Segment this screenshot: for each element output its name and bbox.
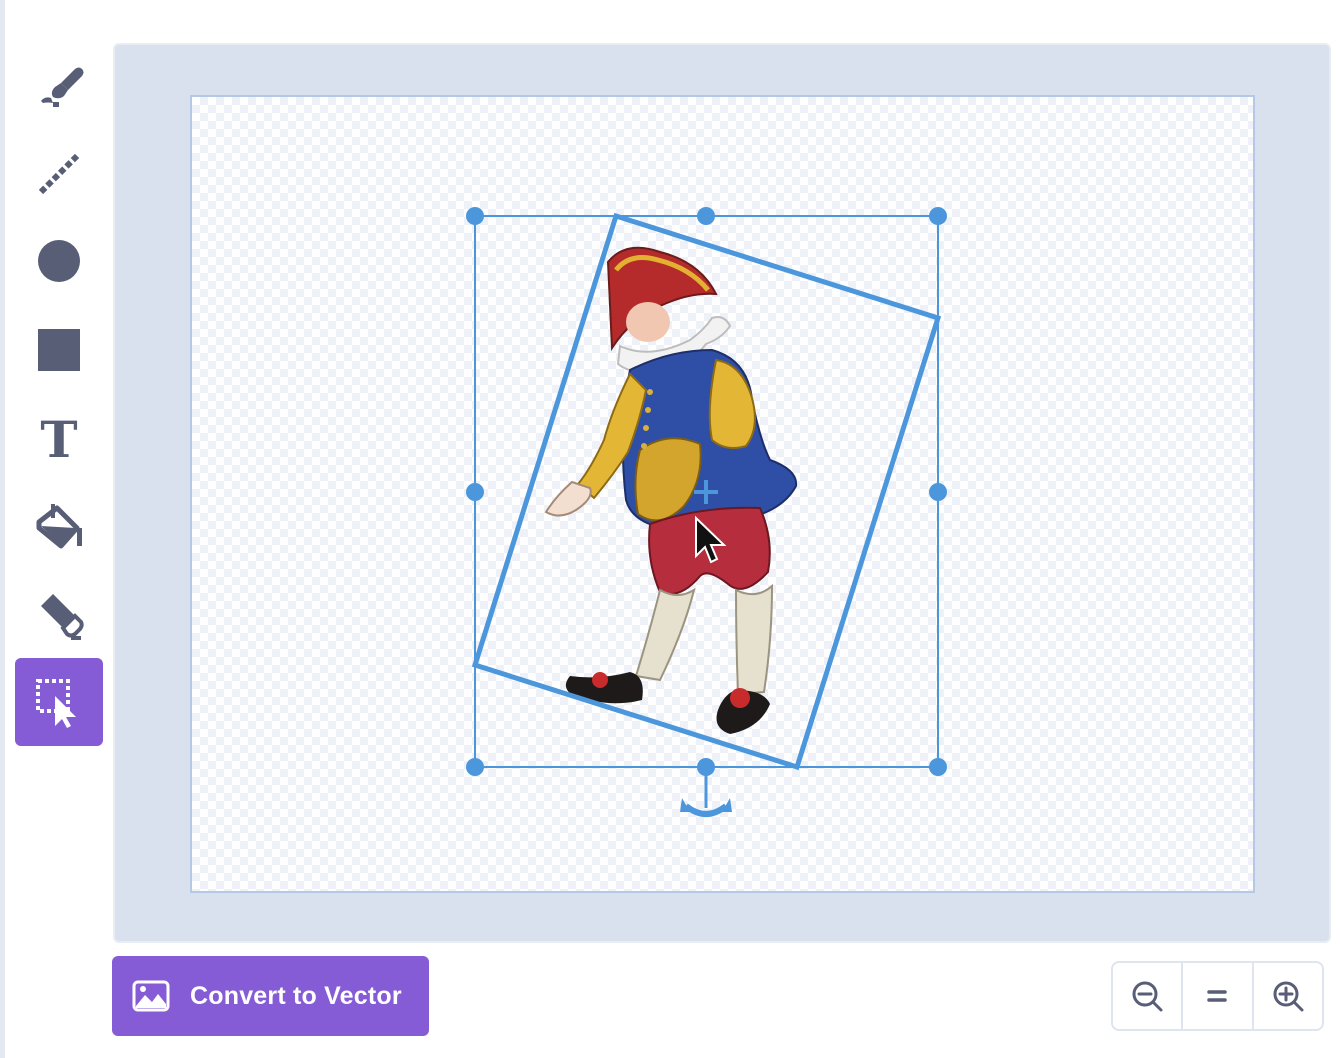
tool-circle[interactable] bbox=[15, 217, 103, 305]
circle-icon bbox=[38, 240, 80, 282]
line-icon bbox=[38, 151, 82, 195]
zoom-controls bbox=[1111, 961, 1324, 1031]
image-icon bbox=[132, 980, 170, 1012]
handle-bottom-right[interactable] bbox=[929, 758, 947, 776]
handle-top-left[interactable] bbox=[466, 207, 484, 225]
tool-fill[interactable] bbox=[15, 482, 103, 570]
handle-bottom-left[interactable] bbox=[466, 758, 484, 776]
tool-line[interactable] bbox=[15, 128, 103, 216]
select-icon bbox=[36, 679, 76, 728]
tool-text[interactable]: T bbox=[15, 394, 103, 482]
fill-icon bbox=[36, 504, 82, 549]
handle-top-middle[interactable] bbox=[697, 207, 715, 225]
zoom-in-button[interactable] bbox=[1251, 963, 1322, 1029]
zoom-reset-button[interactable] bbox=[1181, 963, 1251, 1029]
tool-eraser[interactable] bbox=[15, 570, 103, 658]
equals-icon bbox=[1207, 990, 1228, 1002]
tool-select[interactable] bbox=[15, 658, 103, 746]
tool-brush[interactable] bbox=[15, 40, 103, 128]
zoom-out-icon bbox=[1132, 981, 1163, 1012]
handle-middle-left[interactable] bbox=[466, 483, 484, 501]
convert-to-vector-button[interactable]: Convert to Vector bbox=[112, 956, 429, 1036]
zoom-out-button[interactable] bbox=[1113, 963, 1181, 1029]
convert-to-vector-label: Convert to Vector bbox=[190, 981, 402, 1010]
eraser-icon bbox=[41, 594, 84, 640]
handle-middle-right[interactable] bbox=[929, 483, 947, 501]
brush-icon bbox=[41, 67, 84, 107]
text-tool-glyph: T bbox=[40, 410, 77, 466]
handle-top-right[interactable] bbox=[929, 207, 947, 225]
rectangle-icon bbox=[38, 329, 80, 371]
panel-left-edge bbox=[0, 0, 5, 1058]
zoom-in-icon bbox=[1273, 981, 1304, 1012]
text-icon: T bbox=[40, 410, 77, 466]
tool-rectangle[interactable] bbox=[15, 306, 103, 394]
